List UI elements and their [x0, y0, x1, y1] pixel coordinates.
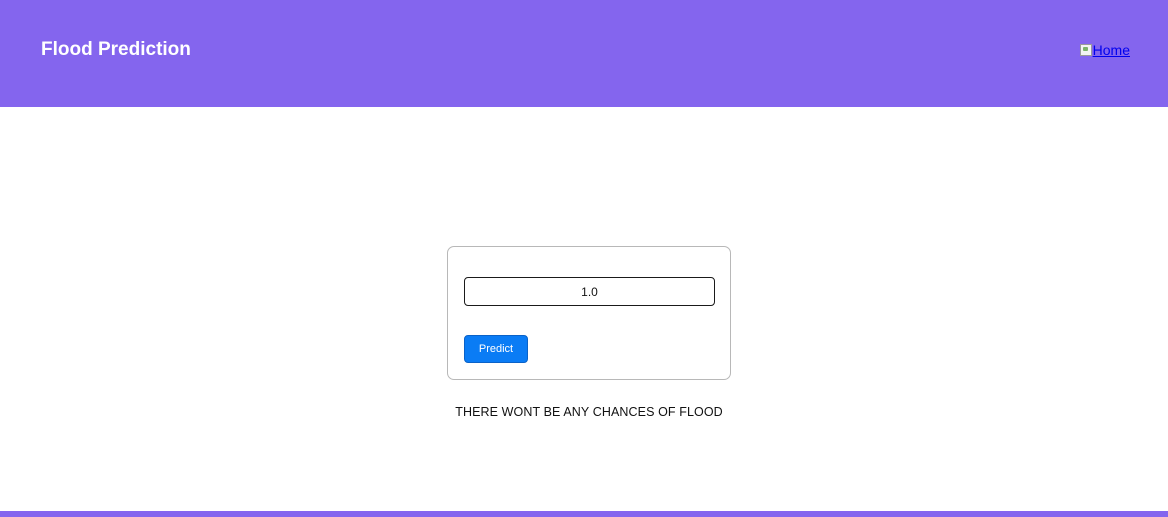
home-link-label: Home: [1092, 42, 1130, 58]
predict-button[interactable]: Predict: [464, 335, 528, 363]
site-title: Flood Prediction: [41, 39, 191, 60]
prediction-result: THERE WONT BE ANY CHANCES OF FLOOD: [455, 405, 723, 419]
footer-bar: [0, 511, 1168, 517]
rainfall-value-input[interactable]: [464, 277, 715, 306]
prediction-form: Predict: [447, 246, 731, 380]
site-header: Flood Prediction Home: [0, 0, 1168, 107]
home-link[interactable]: Home: [1079, 42, 1130, 58]
broken-image-icon: [1079, 44, 1092, 56]
